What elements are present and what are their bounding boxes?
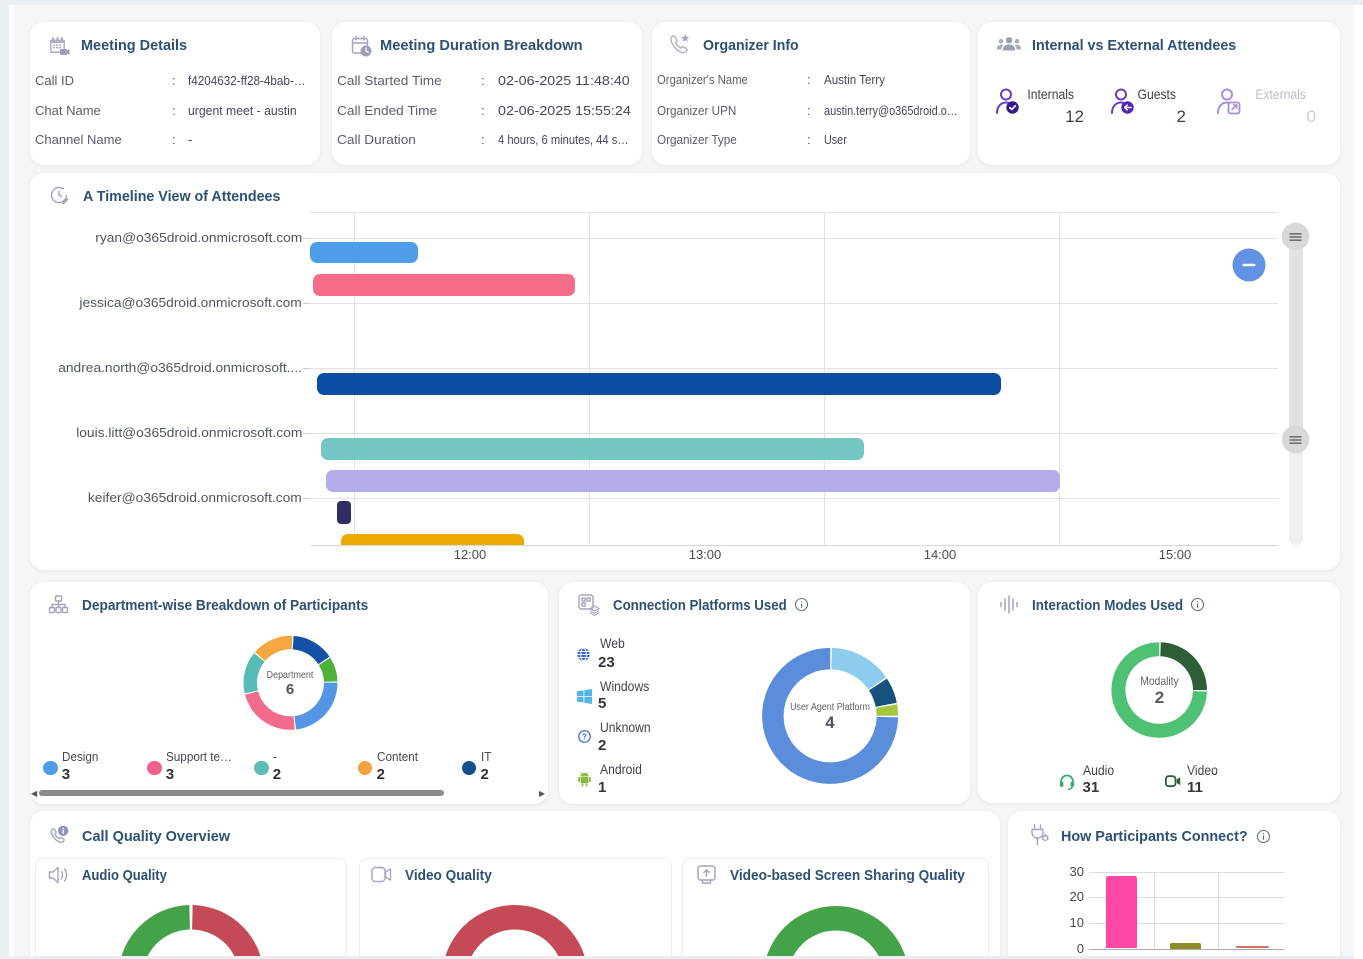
svg-text:?: ? [582,732,587,741]
